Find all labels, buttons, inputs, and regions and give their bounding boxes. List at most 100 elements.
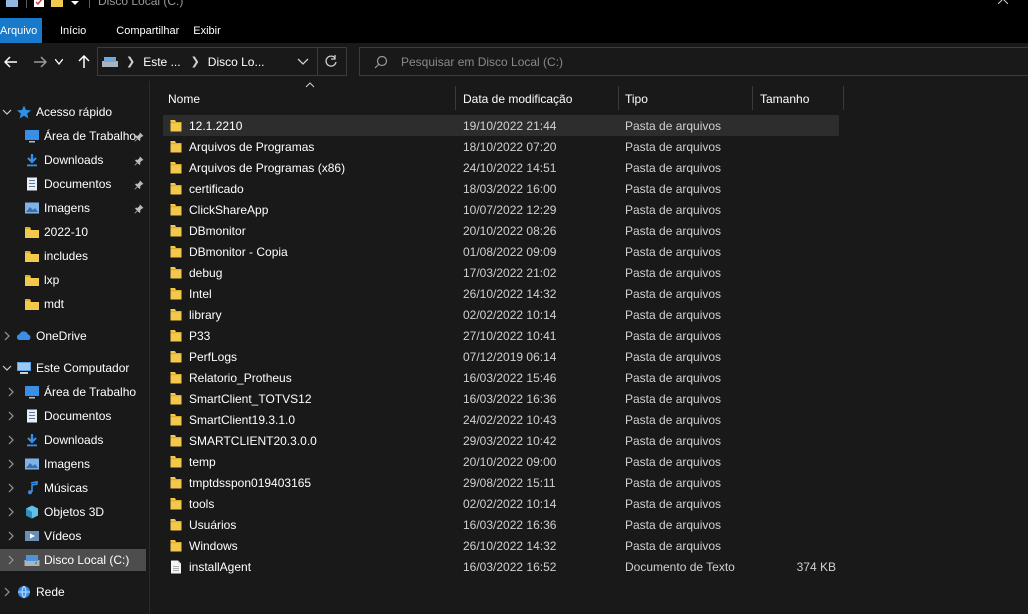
table-row[interactable]: ClickShareApp 10/07/2022 12:29 Pasta de ar… [163,199,839,220]
minimize-button[interactable] [925,0,955,8]
tab-exibir[interactable]: Exibir [193,18,235,43]
file-type: Pasta de arquivos [625,118,722,133]
sidebar-item-qa-6[interactable]: lxp [0,269,148,291]
table-row[interactable]: P33 27/10/2022 10:41 Pasta de arquivos [163,325,839,346]
table-row[interactable]: temp 20/10/2022 09:00 Pasta de arquivos [163,451,839,472]
sidebar-item-qa-0[interactable]: Área de Trabalho [0,125,148,147]
column-divider[interactable] [455,86,456,110]
up-button[interactable] [73,51,95,73]
desktop-icon [24,129,40,143]
table-row[interactable]: Arquivos de Programas (x86) 24/10/2022 14… [163,157,839,178]
sidebar-item-quick-access[interactable]: Acesso rápido [0,101,148,123]
chevron-right-icon[interactable] [6,411,16,421]
folder-icon [170,224,182,237]
sidebar-item-pc-2[interactable]: Downloads [0,429,148,451]
sidebar-item-onedrive[interactable]: OneDrive [0,325,148,347]
column-divider[interactable] [752,86,753,110]
sidebar-item-pc-0[interactable]: Área de Trabalho [0,381,148,403]
table-row[interactable]: installAgent 16/03/2022 16:52 Documento de… [163,556,839,577]
sidebar-item-qa-5[interactable]: includes [0,245,148,267]
column-divider[interactable] [618,86,619,110]
chevron-down-icon[interactable] [2,107,12,117]
document-icon [24,177,40,191]
table-row[interactable]: PerfLogs 07/12/2019 06:14 Pasta de arquivo… [163,346,839,367]
table-row[interactable]: SMARTCLIENT20.3.0.0 29/03/2022 10:42 Pasta… [163,430,839,451]
chevron-right-icon[interactable] [2,331,12,341]
chevron-down-icon[interactable] [2,363,12,373]
table-row[interactable]: SmartClient19.3.1.0 24/02/2022 10:43 Pasta… [163,409,839,430]
search-input[interactable] [401,54,1001,69]
tab-inicio[interactable]: Início [42,18,100,43]
table-row[interactable]: certificado 18/03/2022 16:00 Pasta de arqu… [163,178,839,199]
forward-button[interactable] [29,51,51,73]
search-box[interactable] [359,47,1028,76]
column-divider[interactable] [843,86,844,110]
chevron-right-icon[interactable] [6,483,16,493]
table-row[interactable]: Relatorio_Protheus 16/03/2022 15:46 Pasta … [163,367,839,388]
sidebar-item-pc-4[interactable]: Músicas [0,477,148,499]
sidebar-item-this-pc[interactable]: Este Computador [0,357,148,379]
table-row[interactable]: tmptdsspon019403165 29/08/2022 15:11 Pasta… [163,472,839,493]
chevron-right-icon[interactable] [6,387,16,397]
breadcrumb-separator: ❯ [190,56,200,68]
address-history-dropdown-icon[interactable] [297,55,309,67]
sidebar-item-label: Vídeos [44,529,82,543]
sidebar-item-label: 2022-10 [44,225,89,239]
sidebar-item-qa-4[interactable]: 2022-10 [0,221,148,243]
properties-icon[interactable] [33,0,45,7]
table-row[interactable]: SmartClient_TOTVS12 16/03/2022 16:36 Pasta… [163,388,839,409]
folder-icon [170,455,182,468]
chevron-right-icon[interactable] [6,435,16,445]
file-modified-date: 02/02/2022 10:14 [463,307,557,322]
objects-3d-icon [24,505,40,519]
table-row[interactable]: tools 02/02/2022 10:14 Pasta de arquivos [163,493,839,514]
sidebar-item-pc-1[interactable]: Documentos [0,405,148,427]
breadcrumb-separator: ❯ [126,56,136,68]
breadcrumb-disco-local[interactable]: Disco Lo... [208,55,265,69]
new-folder-icon[interactable] [51,0,63,7]
sidebar-item-qa-7[interactable]: mdt [0,293,148,315]
file-type: Pasta de arquivos [625,160,722,175]
sidebar-item-qa-3[interactable]: Imagens [0,197,148,219]
table-row[interactable]: Usuários 16/03/2022 16:36 Pasta de arquivo… [163,514,839,535]
table-row[interactable]: Arquivos de Programas 18/10/2022 07:20 Pas… [163,136,839,157]
table-row[interactable]: DBmonitor 20/10/2022 08:26 Pasta de arquiv… [163,220,839,241]
table-row[interactable]: DBmonitor - Copia 01/08/2022 09:09 Pasta d… [163,241,839,262]
sidebar-item-pc-6[interactable]: Vídeos [0,525,148,547]
file-type: Pasta de arquivos [625,286,722,301]
table-row[interactable]: debug 17/03/2022 21:02 Pasta de arquivos [163,262,839,283]
chevron-right-icon[interactable] [6,531,16,541]
table-row[interactable]: 12.1.2210 19/10/2022 21:44 Pasta de arquiv… [163,115,839,136]
table-row[interactable]: library 02/02/2022 10:14 Pasta de arquivos [163,304,839,325]
sidebar-item-network[interactable]: Rede [0,581,148,603]
sidebar-item-pc-5[interactable]: Objetos 3D [0,501,148,523]
column-header-name[interactable]: Nome [168,86,453,111]
close-button[interactable] [988,0,1018,8]
chevron-right-icon[interactable] [6,555,16,565]
folder-icon [170,161,182,174]
customize-toolbar-icon[interactable] [69,0,81,7]
breadcrumb-este-computador[interactable]: Este ... [143,55,180,69]
column-header-size[interactable]: Tamanho [760,86,842,111]
sidebar-item-qa-1[interactable]: Downloads [0,149,148,171]
column-header-type[interactable]: Tipo [625,86,750,111]
sidebar-item-label: Acesso rápido [36,105,113,119]
address-bar[interactable]: ❯ Este ... ❯ Disco Lo... [97,47,347,76]
file-type: Pasta de arquivos [625,412,722,427]
sidebar-item-pc-7[interactable]: Disco Local (C:) [0,549,146,571]
column-header-modified[interactable]: Data de modificação [463,86,618,111]
tab-compartilhar[interactable]: Compartilhar [100,18,193,43]
folder-icon [24,249,40,263]
table-row[interactable]: Intel 26/10/2022 14:32 Pasta de arquivos [163,283,839,304]
sidebar-item-qa-2[interactable]: Documentos [0,173,148,195]
table-row[interactable]: Windows 26/10/2022 14:32 Pasta de arquivos [163,535,839,556]
refresh-icon[interactable] [324,54,338,68]
chevron-right-icon[interactable] [6,507,16,517]
back-button[interactable] [0,51,22,73]
quick-access-toolbar [0,0,90,8]
recent-locations-button[interactable] [52,51,66,73]
tab-arquivo[interactable]: Arquivo [0,18,42,43]
sidebar-item-pc-3[interactable]: Imagens [0,453,148,475]
chevron-right-icon[interactable] [2,587,12,597]
chevron-right-icon[interactable] [6,459,16,469]
